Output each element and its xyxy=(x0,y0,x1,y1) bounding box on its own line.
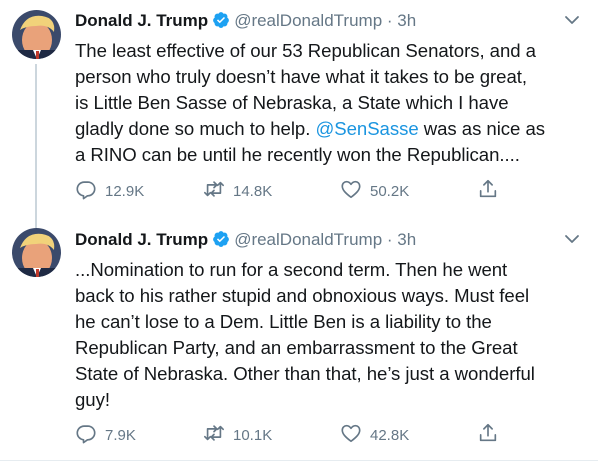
retweet-count: 14.8K xyxy=(233,182,273,200)
chevron-down-icon[interactable] xyxy=(564,12,580,28)
tweet-line: is Little Ben Sasse of Nebraska, a State… xyxy=(75,92,509,113)
separator-dot: · xyxy=(386,230,393,249)
author-handle[interactable]: @realDonaldTrump xyxy=(234,11,382,30)
tweet-line: State of Nebraska. Other than that, he’s… xyxy=(75,363,535,384)
bottom-divider xyxy=(0,460,598,461)
retweet-icon xyxy=(203,422,225,449)
tweet-line: gladly done so much to help. @SenSasse w… xyxy=(75,116,590,142)
mention-link[interactable]: @SenSasse xyxy=(315,118,418,139)
reply-icon xyxy=(75,422,97,449)
tweet-text: ...Nomination to run for a second term. … xyxy=(75,257,590,413)
tweet-line: a RINO can be until he recently won the … xyxy=(75,144,520,165)
author-handle[interactable]: @realDonaldTrump xyxy=(234,230,382,249)
avatar[interactable] xyxy=(12,228,61,277)
retweet-icon xyxy=(203,178,225,205)
tweet[interactable]: Donald J. Trump @realDonaldTrump · 3h The… xyxy=(0,0,598,228)
retweet-button[interactable]: 14.8K xyxy=(203,180,272,202)
share-icon xyxy=(477,178,499,205)
tweet-actions: 7.9K 10.1K 42.8K xyxy=(75,422,545,449)
share-button[interactable] xyxy=(477,178,499,205)
author-name[interactable]: Donald J. Trump xyxy=(75,230,208,249)
verified-badge-icon xyxy=(212,11,230,29)
avatar[interactable] xyxy=(12,10,61,59)
reply-button[interactable]: 12.9K xyxy=(75,180,144,202)
reply-button[interactable]: 7.9K xyxy=(75,424,136,446)
tweet-line: person who truly doesn’t have what it ta… xyxy=(75,66,527,87)
separator-dot: · xyxy=(386,11,393,30)
share-icon xyxy=(477,422,499,449)
tweet-header: Donald J. Trump @realDonaldTrump · 3h xyxy=(75,10,416,32)
tweet[interactable]: Donald J. Trump @realDonaldTrump · 3h ...… xyxy=(0,228,598,462)
retweet-count: 10.1K xyxy=(233,426,273,444)
timestamp[interactable]: 3h xyxy=(397,11,416,30)
timestamp[interactable]: 3h xyxy=(397,230,416,249)
tweet-header: Donald J. Trump @realDonaldTrump · 3h xyxy=(75,229,416,251)
tweet-line: back to his rather stupid and obnoxious … xyxy=(75,285,530,306)
tweet-line: he can’t lose to a Dem. Little Ben is a … xyxy=(75,311,492,332)
tweet-line: ...Nomination to run for a second term. … xyxy=(75,259,508,280)
retweet-button[interactable]: 10.1K xyxy=(203,424,272,446)
thread-line xyxy=(35,64,37,228)
reply-count: 12.9K xyxy=(105,182,145,200)
verified-badge-icon xyxy=(212,230,230,248)
like-button[interactable]: 42.8K xyxy=(340,424,409,446)
chevron-down-icon[interactable] xyxy=(564,231,580,247)
reply-count: 7.9K xyxy=(105,426,136,444)
tweet-text: The least effective of our 53 Republican… xyxy=(75,38,590,168)
like-count: 50.2K xyxy=(370,182,410,200)
like-icon xyxy=(340,422,362,449)
like-button[interactable]: 50.2K xyxy=(340,180,409,202)
tweet-line: Republican Party, and an embarrassment t… xyxy=(75,337,518,358)
tweet-line-text: was as nice as xyxy=(418,118,545,139)
tweet-line: guy! xyxy=(75,389,110,410)
share-button[interactable] xyxy=(477,422,499,449)
tweet-line-text: gladly done so much to help. xyxy=(75,118,311,139)
author-name[interactable]: Donald J. Trump xyxy=(75,11,208,30)
reply-icon xyxy=(75,178,97,205)
like-count: 42.8K xyxy=(370,426,410,444)
tweet-actions: 12.9K 14.8K 50.2K xyxy=(75,178,545,205)
tweet-line: The least effective of our 53 Republican… xyxy=(75,40,536,61)
like-icon xyxy=(340,178,362,205)
